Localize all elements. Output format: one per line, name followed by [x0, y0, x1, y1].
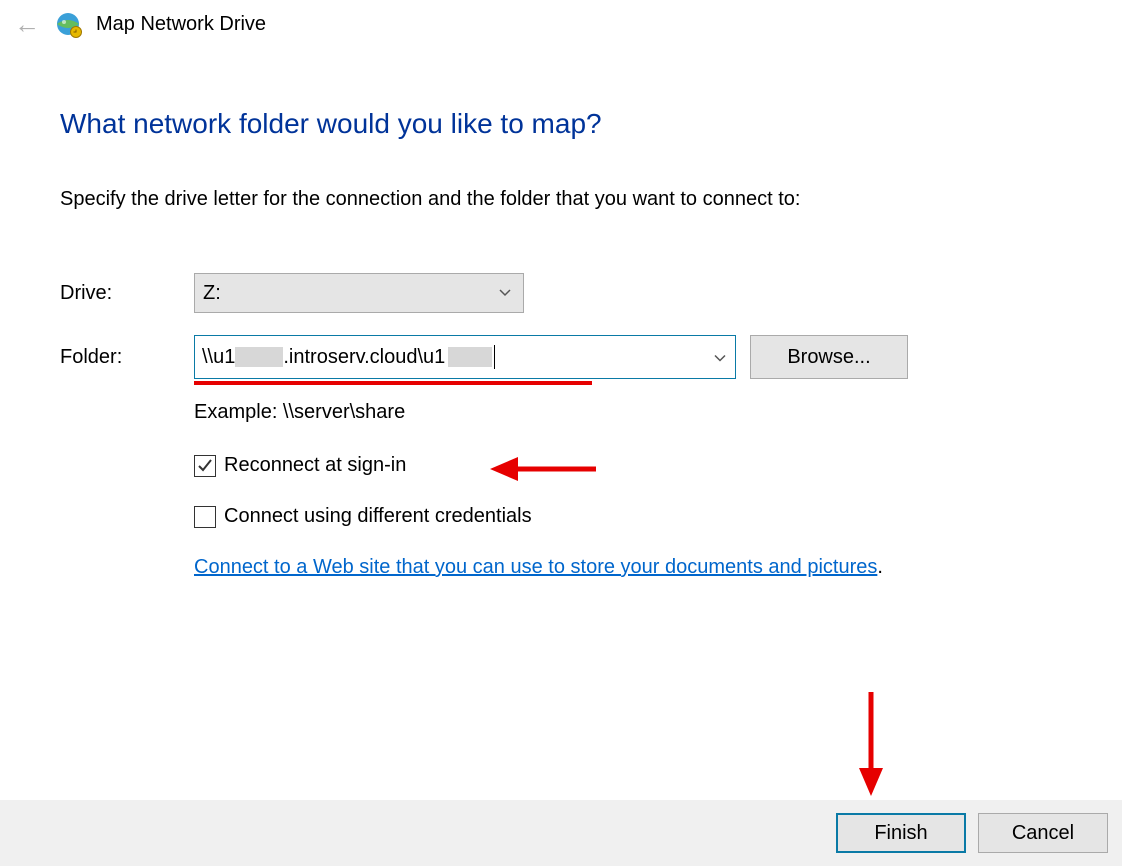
map-drive-icon: [54, 10, 82, 38]
link-suffix: .: [877, 556, 883, 578]
drive-select[interactable]: Z:: [194, 273, 524, 313]
credentials-checkbox-row[interactable]: Connect using different credentials: [194, 505, 1062, 528]
page-heading: What network folder would you like to ma…: [60, 108, 1062, 140]
finish-button[interactable]: Finish: [836, 813, 966, 853]
drive-label: Drive:: [60, 282, 194, 305]
reconnect-checkbox-row[interactable]: Reconnect at sign-in: [194, 454, 1062, 477]
reconnect-label: Reconnect at sign-in: [224, 454, 406, 477]
window-title: Map Network Drive: [96, 13, 266, 36]
folder-input[interactable]: [194, 335, 736, 379]
annotation-underline: [194, 381, 592, 385]
web-storage-link[interactable]: Connect to a Web site that you can use t…: [194, 556, 877, 578]
example-text: Example: \\server\share: [194, 401, 1062, 424]
checkbox-checked-icon: [194, 455, 216, 477]
annotation-arrow-down: [854, 690, 888, 798]
back-arrow-icon: ←: [14, 11, 40, 37]
instruction-text: Specify the drive letter for the connect…: [60, 188, 1062, 211]
folder-label: Folder:: [60, 346, 194, 369]
cancel-button[interactable]: Cancel: [978, 813, 1108, 853]
credentials-label: Connect using different credentials: [224, 505, 532, 528]
checkbox-unchecked-icon: [194, 506, 216, 528]
browse-button[interactable]: Browse...: [750, 335, 908, 379]
